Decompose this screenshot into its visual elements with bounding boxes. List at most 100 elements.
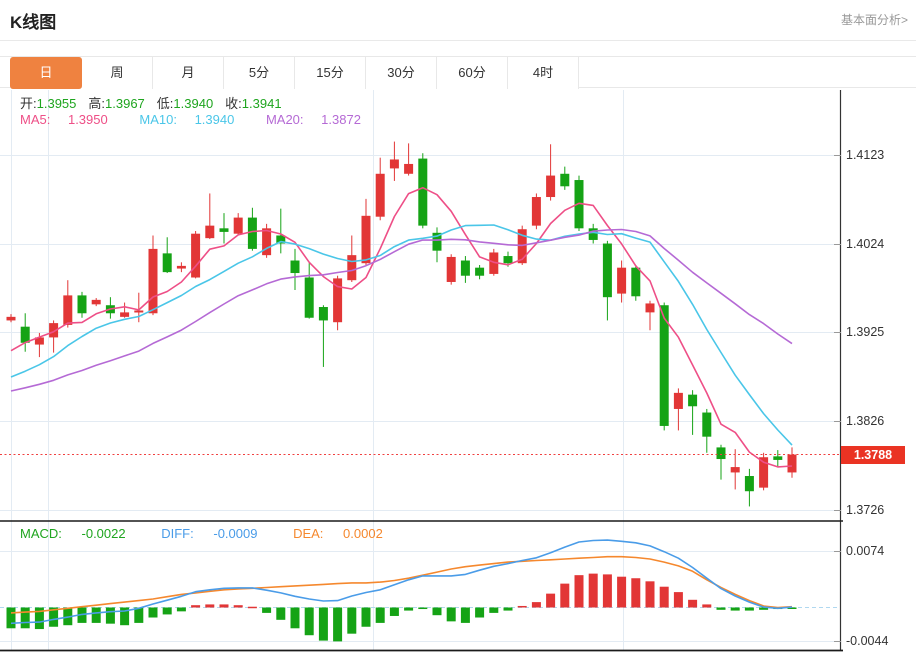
macd-bar — [163, 608, 172, 615]
macd-bar — [646, 581, 655, 607]
macd-bar — [21, 608, 30, 629]
ma5-value: MA5: 1.3950 — [20, 112, 122, 127]
macd-bar — [731, 608, 740, 611]
candle — [305, 263, 314, 318]
macd-bar — [560, 584, 569, 608]
candle — [717, 445, 726, 480]
macd-bar — [333, 608, 342, 642]
macd-bar — [319, 608, 328, 641]
macd-bar — [745, 608, 754, 611]
ma-readout: MA5: 1.3950 MA10: 1.3940 MA20: 1.3872 — [20, 112, 389, 127]
candle — [461, 256, 470, 283]
candle — [276, 209, 285, 254]
fundamental-analysis-link[interactable]: 基本面分析> — [841, 11, 908, 28]
candle — [163, 237, 172, 273]
candle — [63, 280, 72, 327]
candle — [532, 193, 541, 229]
ma10-value: MA10: 1.3940 — [139, 112, 248, 127]
candle — [376, 158, 385, 221]
ohlc-readout: 开:1.3955高:1.3967低:1.3940收:1.3941 — [20, 93, 294, 112]
macd-bar — [149, 608, 158, 618]
macd-bar — [276, 608, 285, 620]
candle — [205, 193, 214, 239]
candle — [589, 224, 598, 244]
candle — [702, 409, 711, 453]
macd-bar — [418, 608, 427, 610]
macd-bar — [362, 608, 371, 627]
page-title: K线图 — [10, 8, 56, 33]
macd-bar — [489, 608, 498, 613]
macd-bar — [702, 604, 711, 607]
close-value: 1.3941 — [242, 96, 282, 111]
candle — [234, 213, 243, 235]
macd-bar — [404, 608, 413, 611]
candlestick-series — [7, 142, 797, 507]
macd-bar — [518, 606, 527, 608]
candle — [674, 388, 683, 430]
candle — [404, 143, 413, 175]
price-axis-label: 1.3726 — [846, 503, 884, 517]
tab-30分[interactable]: 30分 — [366, 57, 437, 89]
dea-value: DEA: 0.0002 — [293, 526, 399, 541]
candle — [773, 450, 782, 467]
diff-value: DIFF: -0.0009 — [161, 526, 273, 541]
candle — [120, 303, 129, 318]
macd-bar — [688, 600, 697, 608]
candle — [21, 313, 30, 351]
macd-axis-label: -0.0044 — [846, 634, 888, 648]
macd-bar — [433, 608, 442, 616]
candle — [546, 144, 555, 200]
candle — [560, 167, 569, 190]
candle — [390, 142, 399, 181]
candle — [603, 241, 612, 321]
macd-bar — [191, 605, 200, 607]
macd-bar — [220, 604, 229, 607]
candle — [447, 254, 456, 284]
price-axis-label: 1.3826 — [846, 414, 884, 428]
tab-4时[interactable]: 4时 — [508, 57, 579, 89]
current-price-badge: 1.3788 — [841, 446, 905, 464]
low-label: 低: — [157, 96, 174, 111]
macd-readout: MACD: -0.0022 DIFF: -0.0009 DEA: 0.0002 — [20, 526, 415, 541]
macd-bar — [205, 604, 214, 607]
macd-bar — [575, 575, 584, 607]
tab-周[interactable]: 周 — [82, 57, 153, 89]
candle — [149, 235, 158, 315]
macd-bar — [475, 608, 484, 618]
tab-日[interactable]: 日 — [10, 57, 82, 89]
macd-bar — [617, 577, 626, 608]
candle — [475, 265, 484, 279]
macd-bar — [291, 608, 300, 629]
tab-15分[interactable]: 15分 — [295, 57, 366, 89]
price-axis-label: 1.3925 — [846, 325, 884, 339]
candle — [433, 227, 442, 262]
macd-bar — [248, 607, 257, 609]
candle — [7, 314, 16, 322]
tab-5分[interactable]: 5分 — [224, 57, 295, 89]
macd-bar — [603, 574, 612, 607]
diff-line — [11, 540, 792, 623]
candle — [92, 298, 101, 306]
candle — [347, 235, 356, 281]
macd-axis-label: 0.0074 — [846, 544, 884, 558]
macd-bar — [376, 608, 385, 623]
candle — [191, 231, 200, 278]
macd-bar — [390, 608, 399, 616]
macd-bar — [461, 608, 470, 623]
macd-bar — [106, 608, 115, 624]
macd-bar — [674, 592, 683, 607]
open-label: 开: — [20, 96, 37, 111]
candle — [745, 469, 754, 507]
high-label: 高: — [88, 96, 105, 111]
low-value: 1.3940 — [173, 96, 213, 111]
candle — [177, 262, 186, 272]
axis-ticks — [833, 156, 841, 642]
macd-bar — [234, 605, 243, 607]
period-tab-bar: 日周月5分15分30分60分4时 — [0, 56, 916, 88]
candle — [617, 261, 626, 303]
price-axis-label: 1.4024 — [846, 237, 884, 251]
close-label: 收: — [225, 96, 242, 111]
tab-月[interactable]: 月 — [153, 57, 224, 89]
tab-60分[interactable]: 60分 — [437, 57, 508, 89]
ma20-value: MA20: 1.3872 — [266, 112, 375, 127]
